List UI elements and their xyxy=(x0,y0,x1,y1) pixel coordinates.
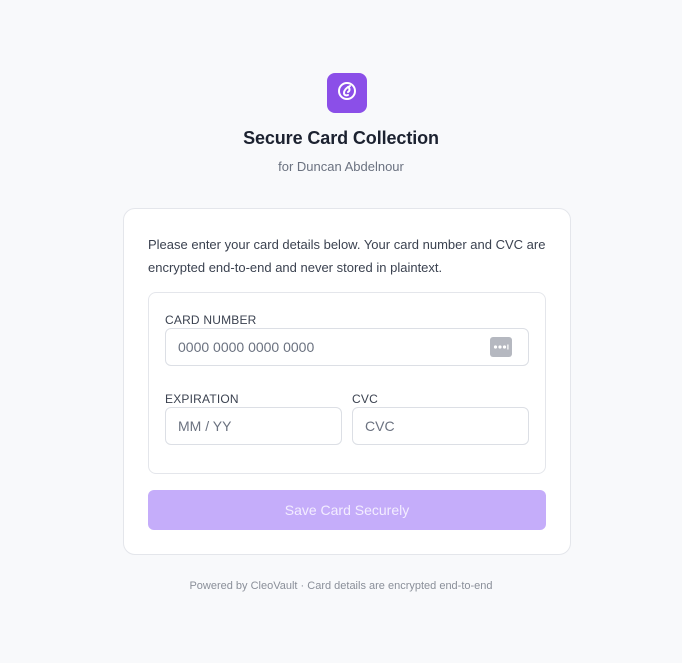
expiration-label: EXPIRATION xyxy=(165,392,239,406)
intro-text: Please enter your card details below. Yo… xyxy=(148,237,546,275)
cvc-input[interactable]: CVC xyxy=(352,407,529,445)
credit-card-dots-icon xyxy=(490,337,512,357)
card-number-input[interactable]: 0000 0000 0000 0000 xyxy=(165,328,529,366)
page: Secure Card Collection for Duncan Abdeln… xyxy=(0,0,682,663)
footer-text: Powered by CleoVault · Card details are … xyxy=(189,580,493,592)
save-card-button[interactable]: Save Card Securely xyxy=(148,490,546,530)
card-form-panel: Please enter your card details below. Yo… xyxy=(123,208,571,555)
link-swirl-icon xyxy=(336,80,358,107)
page-subtitle: for Duncan Abdelnour xyxy=(278,159,404,174)
brand-logo xyxy=(327,73,367,113)
page-title: Secure Card Collection xyxy=(243,128,439,148)
card-fields-box: CARD NUMBER 0000 0000 0000 0000 EXPIRATI… xyxy=(148,292,546,474)
cvc-placeholder: CVC xyxy=(365,418,395,434)
expiration-input[interactable]: MM / YY xyxy=(165,407,342,445)
expiration-placeholder: MM / YY xyxy=(178,418,232,434)
cvc-label: CVC xyxy=(352,392,378,406)
card-number-placeholder: 0000 0000 0000 0000 xyxy=(178,339,315,355)
card-number-label: CARD NUMBER xyxy=(165,313,257,327)
